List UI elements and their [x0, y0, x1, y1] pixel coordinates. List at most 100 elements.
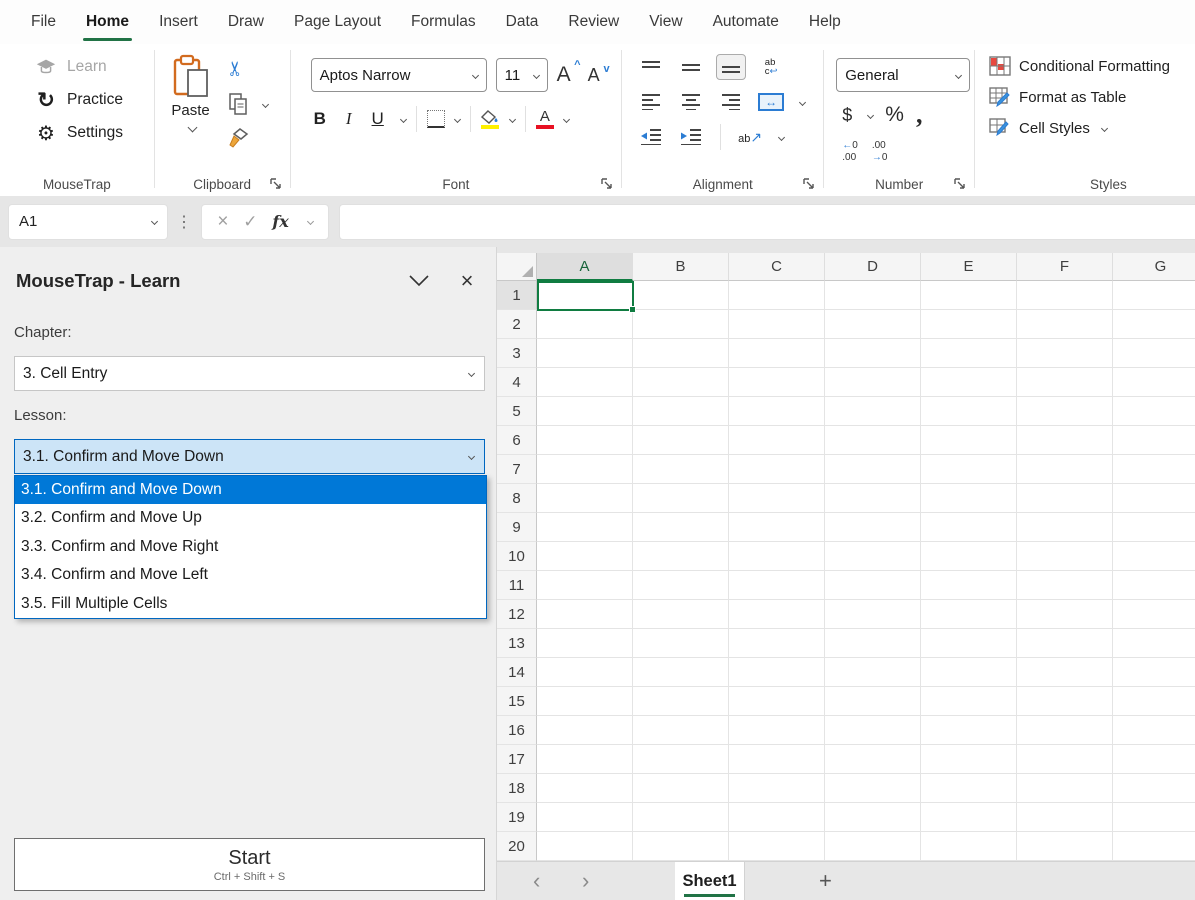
decrease-decimal-button[interactable]: ←0 .00 [842, 140, 858, 163]
cell-G11[interactable] [1113, 571, 1195, 600]
cell-F8[interactable] [1017, 484, 1113, 513]
cell-F7[interactable] [1017, 455, 1113, 484]
cell-G15[interactable] [1113, 687, 1195, 716]
row-header-7[interactable]: 7 [497, 455, 537, 484]
cell-C2[interactable] [729, 310, 825, 339]
cell-B6[interactable] [633, 426, 729, 455]
column-header-C[interactable]: C [729, 253, 825, 281]
tab-formulas[interactable]: Formulas [396, 0, 491, 44]
column-header-B[interactable]: B [633, 253, 729, 281]
cell-D15[interactable] [825, 687, 921, 716]
paste-button[interactable]: Paste [155, 44, 227, 196]
cell-E12[interactable] [921, 600, 1017, 629]
cell-A16[interactable] [537, 716, 633, 745]
cell-D13[interactable] [825, 629, 921, 658]
cell-G8[interactable] [1113, 484, 1195, 513]
bottom-align-button[interactable] [716, 54, 746, 80]
cell-F11[interactable] [1017, 571, 1113, 600]
cell-B2[interactable] [633, 310, 729, 339]
cell-G5[interactable] [1113, 397, 1195, 426]
tab-view[interactable]: View [634, 0, 697, 44]
align-right-button[interactable] [716, 89, 746, 115]
row-header-19[interactable]: 19 [497, 803, 537, 832]
cell-D6[interactable] [825, 426, 921, 455]
tab-insert[interactable]: Insert [144, 0, 213, 44]
cell-A10[interactable] [537, 542, 633, 571]
cell-B11[interactable] [633, 571, 729, 600]
lesson-option[interactable]: 3.2. Confirm and Move Up [15, 504, 486, 532]
comma-style-button[interactable]: , [916, 110, 923, 120]
middle-align-button[interactable] [676, 54, 706, 80]
tab-automate[interactable]: Automate [698, 0, 794, 44]
sheet-prev-icon[interactable]: ‹ [533, 862, 540, 900]
cell-E13[interactable] [921, 629, 1017, 658]
cell-E1[interactable] [921, 281, 1017, 310]
cell-D4[interactable] [825, 368, 921, 397]
row-header-10[interactable]: 10 [497, 542, 537, 571]
row-header-4[interactable]: 4 [497, 368, 537, 397]
cell-C7[interactable] [729, 455, 825, 484]
sheet-next-icon[interactable]: › [582, 862, 589, 900]
decrease-indent-button[interactable] [636, 124, 666, 150]
cell-G13[interactable] [1113, 629, 1195, 658]
cell-F1[interactable] [1017, 281, 1113, 310]
cell-A8[interactable] [537, 484, 633, 513]
underline-button[interactable]: U [365, 109, 391, 129]
cell-C14[interactable] [729, 658, 825, 687]
cell-F17[interactable] [1017, 745, 1113, 774]
practice-button[interactable]: ↻ Practice [34, 89, 154, 111]
row-header-15[interactable]: 15 [497, 687, 537, 716]
cell-B1[interactable] [633, 281, 729, 310]
cell-C1[interactable] [729, 281, 825, 310]
tab-home[interactable]: Home [71, 0, 144, 44]
cell-E16[interactable] [921, 716, 1017, 745]
font-name-combobox[interactable]: Aptos Narrow [311, 58, 487, 92]
wrap-text-button[interactable]: abc↩ [756, 54, 786, 80]
conditional-formatting-button[interactable]: Conditional Formatting [989, 56, 1195, 76]
cell-B19[interactable] [633, 803, 729, 832]
cell-D16[interactable] [825, 716, 921, 745]
cell-F13[interactable] [1017, 629, 1113, 658]
taskpane-collapse-chevron-icon[interactable] [408, 274, 430, 290]
number-format-combobox[interactable]: General [836, 58, 970, 92]
select-all-corner[interactable] [497, 253, 537, 281]
cell-G6[interactable] [1113, 426, 1195, 455]
row-header-1[interactable]: 1 [497, 281, 537, 310]
lesson-select[interactable]: 3.1. Confirm and Move Down [14, 439, 485, 474]
cell-E19[interactable] [921, 803, 1017, 832]
column-header-E[interactable]: E [921, 253, 1017, 281]
cell-C18[interactable] [729, 774, 825, 803]
cell-G4[interactable] [1113, 368, 1195, 397]
increase-indent-button[interactable] [676, 124, 706, 150]
cell-G18[interactable] [1113, 774, 1195, 803]
cell-B4[interactable] [633, 368, 729, 397]
lesson-option[interactable]: 3.4. Confirm and Move Left [15, 561, 486, 589]
font-size-combobox[interactable]: 11 [496, 58, 548, 92]
cell-E11[interactable] [921, 571, 1017, 600]
cell-D14[interactable] [825, 658, 921, 687]
cell-E6[interactable] [921, 426, 1017, 455]
cell-F20[interactable] [1017, 832, 1113, 861]
cell-F18[interactable] [1017, 774, 1113, 803]
sheet-tab-sheet1[interactable]: Sheet1 [675, 862, 745, 900]
column-header-D[interactable]: D [825, 253, 921, 281]
cell-F9[interactable] [1017, 513, 1113, 542]
cell-A9[interactable] [537, 513, 633, 542]
row-header-6[interactable]: 6 [497, 426, 537, 455]
row-header-14[interactable]: 14 [497, 658, 537, 687]
cell-G3[interactable] [1113, 339, 1195, 368]
add-sheet-icon[interactable]: + [819, 862, 832, 900]
cell-E4[interactable] [921, 368, 1017, 397]
cell-C10[interactable] [729, 542, 825, 571]
bold-button[interactable]: B [307, 109, 333, 129]
borders-button[interactable] [427, 110, 445, 128]
lesson-option[interactable]: 3.1. Confirm and Move Down [15, 476, 486, 504]
cell-A6[interactable] [537, 426, 633, 455]
start-button[interactable]: Start Ctrl + Shift + S [14, 838, 485, 891]
cell-F5[interactable] [1017, 397, 1113, 426]
cell-B20[interactable] [633, 832, 729, 861]
cell-F14[interactable] [1017, 658, 1113, 687]
cell-A5[interactable] [537, 397, 633, 426]
cell-C9[interactable] [729, 513, 825, 542]
cell-F16[interactable] [1017, 716, 1113, 745]
